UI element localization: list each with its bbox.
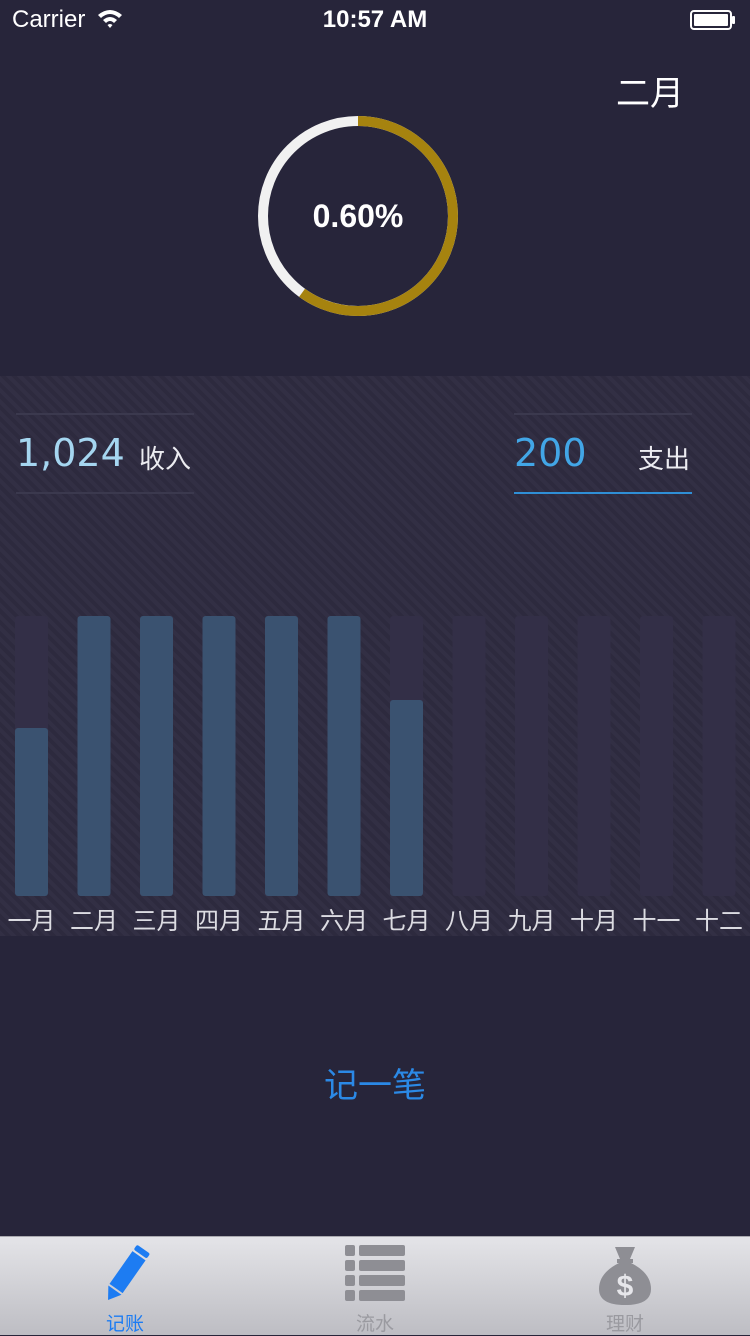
month-tick-label: 七月 <box>383 907 431 935</box>
income-summary[interactable]: 1,024 收入 <box>16 413 194 494</box>
month-tick-label: 六月 <box>320 907 368 935</box>
bar[interactable] <box>202 616 236 896</box>
status-bar: Carrier 10:57 AM <box>0 0 750 40</box>
list-icon <box>345 1245 405 1301</box>
bar-track <box>640 616 673 896</box>
month-tick-label: 十月 <box>570 907 618 935</box>
month-tick-label: 四月 <box>195 907 243 935</box>
income-value: 1,024 <box>16 431 125 475</box>
bar[interactable] <box>327 616 361 896</box>
month-tick-label: 三月 <box>133 907 181 935</box>
tab-flow-label: 流水 <box>355 1313 394 1335</box>
bar[interactable] <box>390 700 423 896</box>
expense-summary[interactable]: 200 支出 <box>514 413 692 494</box>
month-tick-label: 九月 <box>508 907 556 935</box>
tab-ledger[interactable]: 记账 <box>0 1237 250 1335</box>
divider <box>16 492 194 494</box>
divider <box>514 413 692 415</box>
expense-value: 200 <box>514 431 587 475</box>
bar-track <box>702 616 736 896</box>
monthly-bar-chart: 一月 二月 三月 四月 五月 六月 七月 八月 九月 十月 十一 十二 <box>8 616 743 935</box>
month-tick-label: 八月 <box>445 907 493 935</box>
bar[interactable] <box>15 728 48 896</box>
pencil-icon <box>108 1245 150 1300</box>
tab-flow[interactable]: 流水 <box>250 1237 500 1335</box>
expense-label: 支出 <box>638 445 691 475</box>
progress-percentage: 0.60% <box>312 198 404 234</box>
bar-track <box>452 616 486 896</box>
battery-icon <box>690 10 735 30</box>
tab-ledger-label: 记账 <box>105 1313 144 1335</box>
bar[interactable] <box>77 616 111 896</box>
money-bag-icon: $ <box>599 1247 651 1305</box>
tab-finance[interactable]: $ 理财 <box>500 1237 750 1335</box>
divider <box>16 413 194 415</box>
month-tick-label: 一月 <box>8 907 56 935</box>
bar[interactable] <box>140 616 173 896</box>
month-tick-label: 二月 <box>70 907 118 935</box>
month-tick-label: 五月 <box>258 907 306 935</box>
income-label: 收入 <box>139 445 192 475</box>
clock: 10:57 AM <box>322 6 428 33</box>
svg-text:$: $ <box>617 1270 634 1303</box>
bar[interactable] <box>265 616 298 896</box>
bar-track <box>515 616 548 896</box>
tab-bar: 记账 流水 $ 理财 <box>0 1236 750 1335</box>
month-tick-label: 十一 <box>633 907 681 935</box>
tab-finance-label: 理财 <box>605 1313 644 1335</box>
bar-track <box>577 616 611 896</box>
selected-underline <box>514 492 692 494</box>
record-entry-button[interactable]: 记一笔 <box>275 1058 475 1106</box>
month-tick-label: 十二 <box>695 907 743 935</box>
month-selector[interactable]: 二月 <box>600 66 700 115</box>
